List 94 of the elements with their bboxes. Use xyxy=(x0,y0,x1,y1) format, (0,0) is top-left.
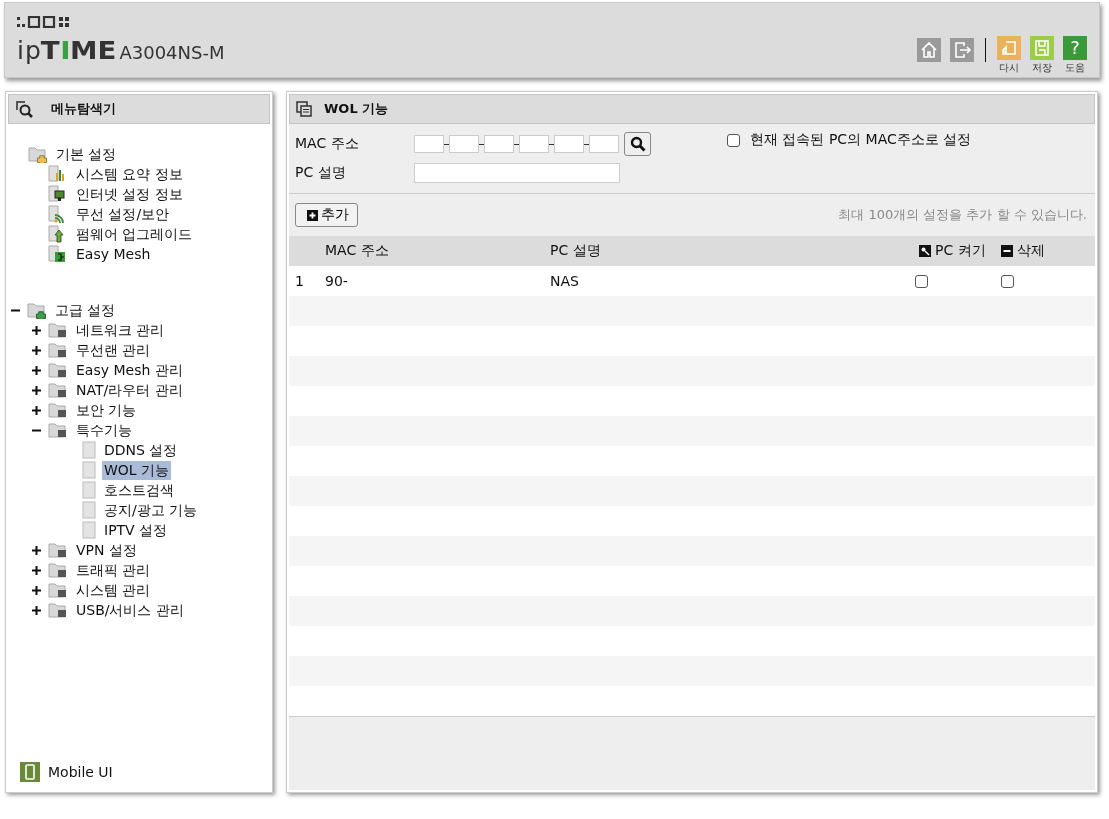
expand-icon[interactable] xyxy=(32,545,41,555)
dots-logo-icon xyxy=(17,16,71,28)
folder-icon xyxy=(48,401,68,419)
menu-item[interactable]: 무선 설정/보안 xyxy=(74,204,172,224)
menu-item[interactable]: Easy Mesh 관리 xyxy=(74,360,185,380)
panel-title: WOL 기능 xyxy=(324,100,389,118)
page-icon xyxy=(82,521,96,539)
menu-item[interactable]: 무선랜 관리 xyxy=(74,340,153,360)
pc-label: PC 설명 xyxy=(295,164,347,182)
table-cell-text: NAS xyxy=(550,273,580,289)
folder-icon xyxy=(48,361,68,379)
expand-icon[interactable] xyxy=(32,385,41,395)
menu-item[interactable]: 펌웨어 업그레이드 xyxy=(74,224,195,244)
minus-icon xyxy=(1001,245,1013,257)
expand-icon[interactable] xyxy=(32,405,41,415)
folder-icon xyxy=(28,145,48,163)
expand-icon[interactable] xyxy=(32,365,41,375)
expand-icon[interactable] xyxy=(32,605,41,615)
checkbox-label: 현재 접속된 PC의 MAC주소로 설정 xyxy=(750,131,972,149)
checkbox[interactable] xyxy=(1001,274,1014,288)
column-header: PC 켜기 xyxy=(935,242,986,260)
folder-icon xyxy=(27,301,47,319)
mac-label: MAC 주소 xyxy=(295,135,360,153)
dash-separator-icon xyxy=(584,143,589,145)
power-key-icon xyxy=(919,245,931,257)
logout-icon xyxy=(950,38,974,62)
menu-item[interactable]: DDNS 설정 xyxy=(102,440,180,460)
menu-item[interactable]: 호스트검색 xyxy=(102,480,176,500)
reset-button[interactable]: 다시 xyxy=(997,36,1021,75)
menu-item[interactable]: 특수기능 xyxy=(74,420,134,440)
search-icon xyxy=(15,100,33,118)
expand-icon[interactable] xyxy=(32,585,41,595)
folder-icon xyxy=(48,581,68,599)
menu-item[interactable]: WOL 기능 xyxy=(102,460,172,480)
search-button[interactable] xyxy=(624,132,651,156)
expand-icon[interactable] xyxy=(32,565,41,575)
expand-icon[interactable] xyxy=(32,325,41,335)
menu-item[interactable]: 트래픽 관리 xyxy=(74,560,153,580)
menu-item[interactable]: NAT/라우터 관리 xyxy=(74,380,185,400)
pc-description-field[interactable] xyxy=(414,163,620,183)
folder-icon xyxy=(48,601,68,619)
page-icon xyxy=(82,481,96,499)
folder-icon xyxy=(48,321,68,339)
phone-icon xyxy=(20,762,40,782)
menu-item[interactable]: 시스템 관리 xyxy=(74,580,153,600)
column-header: 삭제 xyxy=(1017,242,1045,260)
folder-icon xyxy=(48,341,68,359)
menu-item[interactable]: 시스템 요약 정보 xyxy=(74,164,185,184)
page-icon xyxy=(82,461,96,479)
menu-item[interactable]: 공지/광고 기능 xyxy=(102,500,200,520)
row-index: 1 xyxy=(294,273,305,289)
page-icon xyxy=(82,501,96,519)
dash-separator-icon xyxy=(444,143,449,145)
menu-icon xyxy=(48,185,68,203)
column-header: MAC 주소 xyxy=(325,242,389,258)
dash-separator-icon xyxy=(479,143,484,145)
folder-icon xyxy=(48,421,68,439)
menu-item[interactable]: USB/서비스 관리 xyxy=(74,600,186,620)
mac-octet-field[interactable] xyxy=(554,135,584,153)
save-button[interactable]: 저장 xyxy=(1030,36,1054,75)
folder-icon xyxy=(48,381,68,399)
checkbox[interactable] xyxy=(915,274,928,288)
sidebar-title: 메뉴탐색기 xyxy=(51,100,116,118)
logo: ipTIME A3004NS-M xyxy=(17,36,225,67)
folder-icon xyxy=(48,541,68,559)
expand-icon[interactable] xyxy=(32,345,41,355)
dash-separator-icon xyxy=(549,143,554,145)
mac-octet-field[interactable] xyxy=(414,135,444,153)
mac-octet-field[interactable] xyxy=(484,135,514,153)
dash-separator-icon xyxy=(514,143,519,145)
checkbox[interactable] xyxy=(727,133,740,147)
folder-icon xyxy=(48,561,68,579)
table-cell-text: 90- xyxy=(325,273,349,289)
menu-item[interactable]: IPTV 설정 xyxy=(102,520,170,540)
mac-octet-field[interactable] xyxy=(589,135,619,153)
menu-item[interactable]: 기본 설정 xyxy=(54,144,119,164)
menu-item[interactable]: VPN 설정 xyxy=(74,540,139,560)
column-header: PC 설명 xyxy=(550,242,601,258)
menu-item[interactable]: 보안 기능 xyxy=(74,400,139,420)
limit-note: 최대 100개의 설정을 추가 할 수 있습니다. xyxy=(838,206,1087,224)
window-icon xyxy=(296,101,312,117)
mac-octet-field[interactable] xyxy=(449,135,479,153)
menu-item[interactable]: Easy Mesh xyxy=(74,244,153,264)
mobile-ui-link[interactable]: Mobile UI xyxy=(48,764,113,780)
menu-item[interactable]: 인터넷 설정 정보 xyxy=(74,184,185,204)
page-icon xyxy=(82,441,96,459)
plus-icon xyxy=(307,209,318,221)
add-button[interactable]: 추가 xyxy=(295,203,358,227)
mac-octet-field[interactable] xyxy=(519,135,549,153)
home-icon xyxy=(917,38,941,62)
home-button[interactable] xyxy=(917,38,941,62)
menu-item[interactable]: 네트워크 관리 xyxy=(74,320,167,340)
menu-item[interactable]: 고급 설정 xyxy=(53,300,118,320)
menu-icon xyxy=(48,245,68,263)
